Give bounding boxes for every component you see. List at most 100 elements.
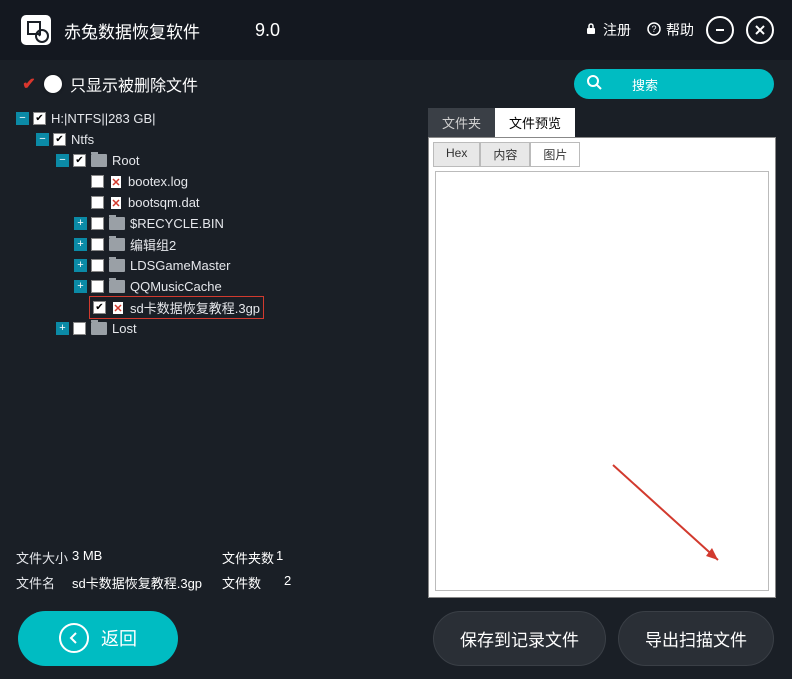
expand-icon[interactable]: + [56, 322, 69, 335]
subtab-content[interactable]: 内容 [480, 142, 530, 167]
name-label: 文件名 [16, 573, 72, 592]
checkbox[interactable] [91, 259, 104, 272]
checkbox[interactable] [91, 280, 104, 293]
checkbox[interactable] [53, 133, 66, 146]
tab-folder[interactable]: 文件夹 [428, 108, 495, 137]
checkbox[interactable] [73, 154, 86, 167]
search-input[interactable]: 搜索 [574, 69, 774, 99]
expand-icon[interactable]: + [74, 280, 87, 293]
expand-icon[interactable]: + [74, 238, 87, 251]
app-title: 赤兔数据恢复软件 [64, 18, 200, 43]
app-version: 9.0 [255, 20, 280, 41]
tree-label: QQMusicCache [130, 279, 222, 294]
tree-row-folder[interactable]: + $RECYCLE.BIN [16, 213, 416, 234]
checkbox[interactable] [91, 238, 104, 251]
search-placeholder: 搜索 [632, 75, 658, 94]
app-logo-icon [18, 12, 54, 48]
size-label: 文件大小 [16, 548, 72, 567]
tree-label: Lost [112, 321, 137, 336]
tree-row-root[interactable]: − Root [16, 150, 416, 171]
size-value: 3 MB [72, 548, 222, 567]
tree-row-file[interactable]: bootsqm.dat [16, 192, 416, 213]
titlebar: 赤兔数据恢复软件 9.0 注册 ? 帮助 [0, 0, 792, 60]
annotation-arrow-icon [608, 460, 738, 580]
tree-label: bootex.log [128, 174, 188, 189]
checkbox[interactable] [73, 322, 86, 335]
tree-label: $RECYCLE.BIN [130, 216, 224, 231]
bottom-bar: 返回 保存到记录文件 导出扫描文件 [0, 598, 792, 678]
collapse-icon[interactable]: − [36, 133, 49, 146]
files-label: 文件数 [222, 573, 276, 592]
name-value: sd卡数据恢复教程.3gp [72, 573, 222, 592]
tree-row-folder[interactable]: + 编辑组2 [16, 234, 416, 255]
folder-icon [109, 280, 125, 293]
checkbox[interactable] [91, 175, 104, 188]
tab-preview[interactable]: 文件预览 [495, 108, 575, 137]
expand-icon[interactable]: + [74, 217, 87, 230]
deleted-only-toggle[interactable]: ✔ 只显示被删除文件 [18, 72, 198, 96]
help-button[interactable]: ? 帮助 [647, 20, 694, 40]
checkbox[interactable] [91, 196, 104, 209]
files-value: 2 [284, 573, 291, 592]
file-icon [109, 175, 123, 189]
tree-label: Root [112, 153, 139, 168]
preview-area [435, 171, 769, 591]
folder-icon [91, 322, 107, 335]
export-scan-button[interactable]: 导出扫描文件 [618, 611, 774, 666]
file-tree: − H:|NTFS||283 GB| − Ntfs − Root bootex.… [16, 108, 416, 538]
tree-label: sd卡数据恢复教程.3gp [130, 298, 260, 317]
register-button[interactable]: 注册 [584, 20, 631, 40]
folder-icon [109, 217, 125, 230]
lock-icon [584, 22, 598, 39]
help-label: 帮助 [666, 20, 694, 40]
tree-label: LDSGameMaster [130, 258, 230, 273]
preview-subtabs: Hex 内容 图片 [429, 138, 775, 171]
help-icon: ? [647, 22, 661, 39]
folder-icon [91, 154, 107, 167]
back-button[interactable]: 返回 [18, 611, 178, 666]
tree-label: bootsqm.dat [128, 195, 200, 210]
folders-label: 文件夹数 [222, 548, 276, 567]
tree-row-file[interactable]: bootex.log [16, 171, 416, 192]
toolbar: ✔ 只显示被删除文件 搜索 [0, 60, 792, 108]
check-icon: ✔ [18, 73, 40, 95]
checkbox[interactable] [93, 301, 106, 314]
main-area: − H:|NTFS||283 GB| − Ntfs − Root bootex.… [0, 108, 792, 598]
tree-row-folder[interactable]: + QQMusicCache [16, 276, 416, 297]
tree-row-folder[interactable]: + Lost [16, 318, 416, 339]
folders-value: 1 [276, 548, 283, 567]
collapse-icon[interactable]: − [56, 154, 69, 167]
save-log-button[interactable]: 保存到记录文件 [433, 611, 606, 666]
expand-icon[interactable]: + [74, 259, 87, 272]
subtab-hex[interactable]: Hex [433, 142, 480, 167]
toggle-knob [44, 75, 62, 93]
folder-icon [109, 238, 125, 251]
file-icon [109, 196, 123, 210]
tree-label: H:|NTFS||283 GB| [51, 111, 156, 126]
collapse-icon[interactable]: − [16, 112, 29, 125]
back-label: 返回 [101, 625, 137, 651]
left-panel: − H:|NTFS||283 GB| − Ntfs − Root bootex.… [16, 108, 416, 598]
register-label: 注册 [603, 20, 631, 40]
folder-icon [109, 259, 125, 272]
tree-label: 编辑组2 [130, 235, 176, 254]
search-icon [586, 74, 602, 95]
main-tabs: 文件夹 文件预览 [428, 108, 776, 137]
minimize-button[interactable] [706, 16, 734, 44]
tree-row-ntfs[interactable]: − Ntfs [16, 129, 416, 150]
tree-row-folder[interactable]: + LDSGameMaster [16, 255, 416, 276]
stats-panel: 文件大小 3 MB 文件夹数 1 文件名 sd卡数据恢复教程.3gp 文件数 2 [16, 538, 416, 598]
back-arrow-icon [59, 623, 89, 653]
subtab-image[interactable]: 图片 [530, 142, 580, 167]
checkbox[interactable] [33, 112, 46, 125]
file-icon [111, 301, 125, 315]
tree-row-drive[interactable]: − H:|NTFS||283 GB| [16, 108, 416, 129]
svg-text:?: ? [651, 24, 656, 34]
tree-row-selected-file[interactable]: sd卡数据恢复教程.3gp [16, 297, 416, 318]
deleted-only-label: 只显示被删除文件 [70, 72, 198, 96]
preview-panel: Hex 内容 图片 [428, 137, 776, 598]
close-button[interactable] [746, 16, 774, 44]
right-panel: 文件夹 文件预览 Hex 内容 图片 [428, 108, 776, 598]
checkbox[interactable] [91, 217, 104, 230]
tree-label: Ntfs [71, 132, 94, 147]
